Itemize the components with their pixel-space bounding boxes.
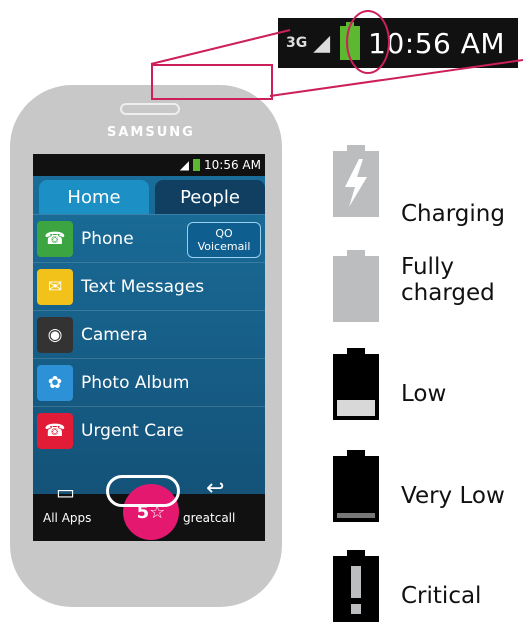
zoomed-status-bar: 3G ◢ 10:56 AM: [278, 18, 518, 68]
envelope-icon: ✉: [37, 269, 73, 305]
battery-very-low-icon: [333, 450, 379, 522]
legend-label-charging: Charging: [401, 201, 505, 227]
status-bar-highlight-box: [151, 64, 273, 100]
earpiece: [120, 103, 180, 115]
app-row-camera[interactable]: ◉ Camera: [33, 310, 265, 359]
voicemail-label: Voicemail: [197, 240, 251, 253]
app-row-photo-album[interactable]: ✿ Photo Album: [33, 358, 265, 407]
tab-people[interactable]: People: [155, 180, 265, 214]
app-row-phone[interactable]: ☎ Phone QO Voicemail: [33, 214, 265, 263]
menu-icon[interactable]: ▭: [56, 480, 75, 504]
back-icon[interactable]: ↩: [206, 476, 224, 501]
legend-label-critical: Critical: [401, 583, 482, 609]
battery-highlight-circle: [346, 10, 390, 74]
battery-charging-icon: [333, 145, 379, 217]
battery-full-icon: [333, 250, 379, 322]
app-row-text-messages[interactable]: ✉ Text Messages: [33, 262, 265, 311]
home-button[interactable]: [106, 475, 180, 507]
greatcall-logo: greatcall: [183, 510, 236, 525]
camera-icon: ◉: [37, 317, 73, 353]
tabs: Home People: [33, 180, 265, 214]
status-time: 10:56 AM: [204, 158, 261, 172]
app-label: Phone: [81, 229, 134, 249]
legend-label-very-low: Very Low: [401, 483, 505, 509]
legend-label-fully-charged: Fully charged: [401, 254, 495, 306]
tab-home[interactable]: Home: [39, 180, 149, 214]
app-row-urgent-care[interactable]: ☎ Urgent Care: [33, 406, 265, 455]
app-label: Text Messages: [81, 277, 205, 297]
voicemail-icon: QO: [215, 227, 233, 240]
signal-icon: ◢: [313, 30, 331, 56]
network-3g-label: 3G: [286, 35, 308, 51]
battery-critical-icon: [333, 550, 379, 622]
brand-label: SAMSUNG: [107, 125, 195, 140]
legend-label-low: Low: [401, 381, 447, 407]
app-label: Camera: [81, 325, 148, 345]
voicemail-button[interactable]: QO Voicemail: [187, 222, 261, 258]
phone-icon: ☎: [37, 221, 73, 257]
signal-icon: ◢: [179, 158, 190, 172]
all-apps-button[interactable]: All Apps: [43, 511, 91, 525]
battery-icon: [193, 159, 201, 171]
flower-icon: ✿: [37, 365, 73, 401]
phone-status-bar: ◢ 10:56 AM: [33, 154, 265, 176]
app-label: Urgent Care: [81, 421, 184, 441]
urgent-care-icon: ☎: [37, 413, 73, 449]
battery-low-icon: [333, 348, 379, 420]
app-label: Photo Album: [81, 373, 190, 393]
